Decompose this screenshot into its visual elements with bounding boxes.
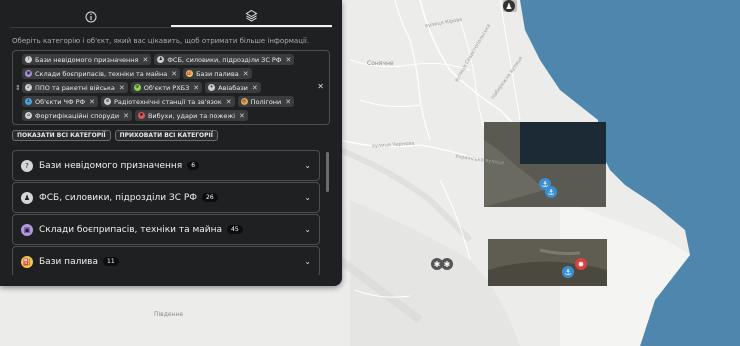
fuel-icon: ⛽: [21, 255, 33, 268]
remove-tag-icon[interactable]: ✕: [142, 56, 148, 64]
category-tag-label: Полігони: [250, 97, 282, 106]
category-tag-label: Об'єкти РХБЗ: [143, 83, 190, 92]
chevron-down-icon[interactable]: ⌄: [304, 193, 311, 202]
remove-tag-icon[interactable]: ✕: [193, 84, 199, 92]
map-marker-target-2[interactable]: ✱: [441, 258, 453, 270]
category-tag-label: Вибухи, удари та пожежі: [147, 111, 235, 120]
anchor-icon: ⚓: [25, 98, 32, 105]
explosion-icon: ✸: [137, 112, 145, 119]
remove-tag-icon[interactable]: ✕: [285, 98, 291, 106]
category-list-scrollbar[interactable]: [326, 152, 329, 192]
category-tag-label: Бази невідомого призначення: [35, 55, 139, 64]
box-icon: ▣: [25, 70, 32, 77]
fuel-icon: ⛽: [186, 70, 194, 77]
soldier-icon: ♟: [157, 56, 165, 63]
category-count-badge: 11: [103, 257, 119, 266]
category-count-badge: 45: [227, 225, 243, 234]
question-icon: ?: [25, 56, 32, 63]
category-accordion-item[interactable]: ▣ Склади боєприпасів, техніки та майна 45 ⌄: [12, 214, 320, 245]
soldier-icon: ♟: [21, 191, 33, 204]
chevron-updown-icon[interactable]: ⇕: [15, 84, 21, 92]
remove-tag-icon[interactable]: ✕: [123, 112, 129, 120]
info-icon: [85, 11, 96, 22]
tab-info[interactable]: [10, 6, 171, 27]
category-tag-label: Радіотехнічні станції та зв'язок: [114, 97, 222, 106]
category-multiselect[interactable]: ⇕ ? Бази невідомого призначення ✕ ♟ ФСБ, сил…: [12, 50, 330, 125]
category-tag: ⊛ Радіотехнічні станції та зв'язок ✕: [101, 96, 235, 107]
category-list: ? Бази невідомого призначення 6 ⌄ ♟ ФСБ, сило…: [12, 150, 320, 275]
category-tag: ➶ ППО та ракетні війська ✕: [22, 82, 128, 93]
category-tag: ✸ Вибухи, удари та пожежі ✕: [134, 110, 248, 121]
selected-tags: ? Бази невідомого призначення ✕ ♟ ФСБ, силов…: [22, 54, 312, 121]
radiation-icon: ☢: [133, 84, 141, 91]
chevron-down-icon[interactable]: ⌄: [304, 225, 311, 234]
category-count-badge: 6: [187, 161, 200, 170]
layers-panel: Оберіть категорію і об'єкт, який вас цік…: [0, 0, 342, 286]
category-tag: ⚓ Об'єкти ЧФ РФ ✕: [22, 96, 98, 107]
remove-tag-icon[interactable]: ✕: [119, 84, 125, 92]
category-name: ФСБ, силовики, підрозділи ЗС РФ: [39, 192, 198, 203]
chevron-down-icon[interactable]: ⌄: [304, 257, 311, 266]
remove-tag-icon[interactable]: ✕: [226, 98, 232, 106]
category-accordion-item[interactable]: ? Бази невідомого призначення 6 ⌄: [12, 150, 320, 181]
category-accordion-item[interactable]: ♟ ФСБ, силовики, підрозділи ЗС РФ 26 ⌄: [12, 182, 320, 213]
category-tag: ◎ Полігони ✕: [237, 96, 295, 107]
category-name: Бази невідомого призначення: [39, 160, 183, 171]
radar-icon: ⊛: [104, 98, 111, 105]
bunker-icon: ⌂: [25, 112, 32, 119]
category-tag-label: Об'єкти ЧФ РФ: [35, 97, 86, 106]
category-tag-label: Склади боєприпасів, техніки та майна: [35, 69, 168, 78]
show-all-categories-button[interactable]: ПОКАЗАТИ ВСІ КАТЕГОРІЇ: [12, 130, 111, 141]
tab-layers[interactable]: [171, 6, 332, 27]
remove-tag-icon[interactable]: ✕: [239, 112, 245, 120]
remove-tag-icon[interactable]: ✕: [243, 70, 249, 78]
missile-icon: ➶: [25, 84, 32, 91]
box-icon: ▣: [21, 223, 33, 236]
category-name: Склади боєприпасів, техніки та майна: [39, 224, 223, 235]
category-tag: ☢ Об'єкти РХБЗ ✕: [130, 82, 203, 93]
category-tag: ▣ Склади боєприпасів, техніки та майна ✕: [22, 68, 181, 79]
map-marker-anchor-2[interactable]: ⚓: [545, 186, 557, 198]
category-name: Бази палива: [39, 256, 99, 267]
hide-all-categories-button[interactable]: ПРИХОВАТИ ВСІ КАТЕГОРІЇ: [114, 130, 219, 141]
category-tag: ✈ Авіабази ✕: [205, 82, 261, 93]
category-tag-label: Фортифікаційні споруди: [35, 111, 120, 120]
place-label-sonyachne: Сонячне: [367, 60, 394, 67]
category-count-badge: 26: [202, 193, 218, 202]
category-tag-label: ФСБ, силовики, підрозділи ЗС РФ: [167, 55, 282, 64]
remove-tag-icon[interactable]: ✕: [89, 98, 95, 106]
plane-icon: ✈: [208, 84, 216, 91]
category-tag: ⛽ Бази палива ✕: [183, 68, 252, 79]
category-tag-label: ППО та ракетні війська: [35, 83, 115, 92]
map-marker-anchor-3[interactable]: ⚓: [562, 266, 574, 278]
chevron-down-icon[interactable]: ⌄: [304, 161, 311, 170]
question-icon: ?: [21, 159, 33, 172]
layers-icon: [245, 9, 258, 22]
remove-tag-icon[interactable]: ✕: [285, 56, 291, 64]
place-label-pivdenne: Південне: [154, 311, 184, 318]
category-tag-label: Бази палива: [196, 69, 239, 78]
category-tag-label: Авіабази: [218, 83, 248, 92]
remove-tag-icon[interactable]: ✕: [252, 84, 258, 92]
map-marker-explosion[interactable]: ✸: [575, 258, 587, 270]
category-buttons: ПОКАЗАТИ ВСІ КАТЕГОРІЇ ПРИХОВАТИ ВСІ КАТ…: [12, 130, 219, 141]
remove-tag-icon[interactable]: ✕: [171, 70, 177, 78]
category-tag: ⌂ Фортифікаційні споруди ✕: [22, 110, 132, 121]
clear-all-icon[interactable]: ✕: [317, 82, 324, 91]
category-accordion-item[interactable]: ⛽ Бази палива 11 ⌄: [12, 246, 320, 275]
panel-hint: Оберіть категорію і об'єкт, який вас цік…: [12, 37, 310, 45]
category-tag: ♟ ФСБ, силовики, підрозділи ЗС РФ ✕: [154, 54, 295, 65]
target-icon: ◎: [240, 98, 248, 105]
panel-tabs: [10, 6, 332, 28]
category-tag: ? Бази невідомого призначення ✕: [22, 54, 152, 65]
map-marker-soldier[interactable]: ♟: [503, 0, 515, 12]
